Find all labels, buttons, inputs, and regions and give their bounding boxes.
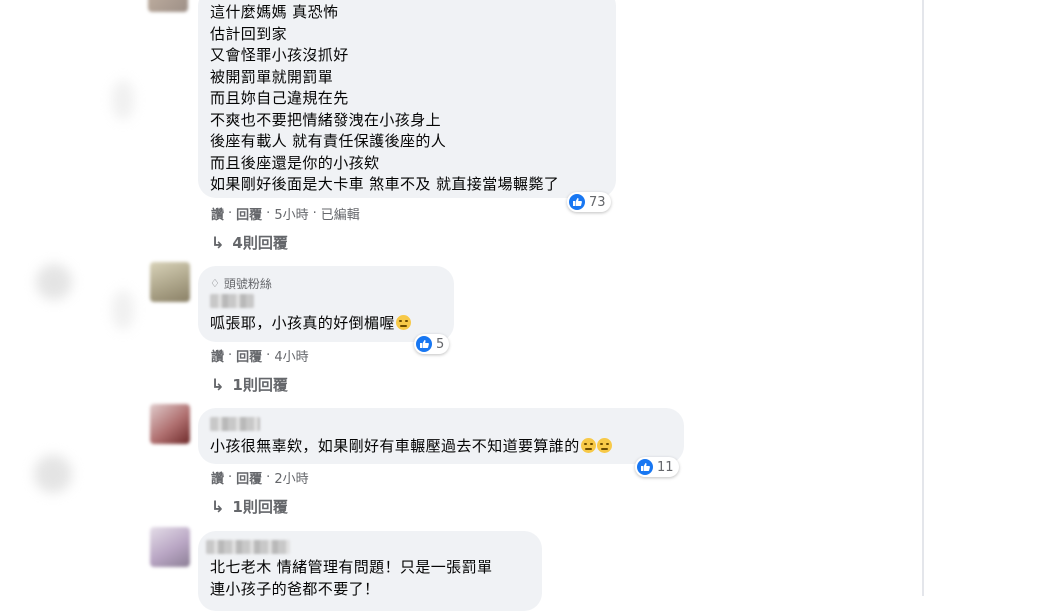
emoji-face-icon [596, 438, 612, 453]
like-button[interactable]: 讚 [211, 346, 224, 365]
reaction-count[interactable]: 73 [567, 192, 611, 212]
blurred-avatar [36, 264, 72, 300]
timestamp[interactable]: 2小時 [274, 468, 308, 487]
commenter-name[interactable] [210, 417, 260, 431]
commenter-avatar[interactable] [148, 0, 188, 12]
commenter-avatar[interactable] [150, 262, 190, 302]
separator-dot: · [312, 206, 317, 221]
timestamp[interactable]: 4小時 [274, 346, 308, 365]
separator-dot: · [228, 470, 233, 485]
comment-text: 小孩很無辜欸，如果剛好有車輾壓過去不知道要算誰的 [210, 436, 612, 458]
reaction-count[interactable]: 11 [635, 457, 679, 477]
like-count: 11 [657, 459, 674, 475]
comment-text: 北七老木 情緒管理有問題！只是一張罰單 連小孩子的爸都不要了！ [210, 557, 492, 600]
comment-text-content: 呱張耶，小孩真的好倒楣喔 [210, 314, 395, 332]
commenter-name[interactable] [206, 540, 290, 554]
view-replies-link[interactable]: ↳ 1則回覆 [211, 374, 288, 395]
comment-bubble: 小孩很無辜欸，如果剛好有車輾壓過去不知道要算誰的 [198, 408, 684, 464]
view-replies-link[interactable]: ↳ 4則回覆 [211, 232, 288, 253]
timestamp[interactable]: 5小時 [274, 204, 308, 223]
reply-arrow-icon: ↳ [211, 375, 225, 394]
blurred-avatar [112, 80, 134, 120]
separator-dot: · [228, 206, 233, 221]
blurred-avatar [34, 455, 72, 493]
feed-divider [922, 0, 924, 596]
comment-bubble: 北七老木 情緒管理有問題！只是一張罰單 連小孩子的爸都不要了！ [198, 531, 542, 611]
comment-text: 呱張耶，小孩真的好倒楣喔 [210, 313, 411, 335]
commenter-name[interactable] [210, 294, 254, 308]
left-gutter [0, 0, 134, 596]
thumbs-up-icon [569, 194, 585, 210]
edited-label[interactable]: 已編輯 [321, 204, 360, 223]
thumbs-up-icon [637, 459, 653, 475]
comment-actions: 讚 · 回覆 · 4小時 [211, 346, 309, 365]
separator-dot: · [266, 348, 271, 363]
separator-dot: · [228, 348, 233, 363]
replies-count: 4則回覆 [232, 234, 288, 252]
reply-button[interactable]: 回覆 [236, 204, 262, 223]
like-button[interactable]: 讚 [211, 468, 224, 487]
comment-text-content: 小孩很無辜欸，如果剛好有車輾壓過去不知道要算誰的 [210, 437, 580, 455]
comment-line: 北七老木 情緒管理有問題！只是一張罰單 [210, 558, 493, 576]
separator-dot: · [266, 206, 271, 221]
emoji-face-icon [580, 438, 596, 453]
replies-count: 1則回覆 [232, 498, 288, 516]
separator-dot: · [266, 470, 271, 485]
comment-text: 這什麼媽媽 真恐怖 估計回到家 又會怪罪小孩沒抓好 被開罰單就開罰單 而且妳自己… [210, 3, 560, 193]
diamond-badge-icon: ♢ [210, 277, 220, 290]
replies-count: 1則回覆 [232, 376, 288, 394]
badge-label: 頭號粉絲 [223, 277, 272, 291]
comment-actions: 讚 · 回覆 · 5小時 · 已編輯 [211, 204, 360, 223]
like-count: 5 [436, 336, 445, 352]
reaction-count[interactable]: 5 [414, 334, 450, 354]
commenter-avatar[interactable] [150, 527, 190, 567]
like-button[interactable]: 讚 [211, 204, 224, 223]
reply-button[interactable]: 回覆 [236, 346, 262, 365]
comment-actions: 讚 · 回覆 · 2小時 [211, 468, 309, 487]
reply-button[interactable]: 回覆 [236, 468, 262, 487]
view-replies-link[interactable]: ↳ 1則回覆 [211, 496, 288, 517]
emoji-face-icon [395, 315, 411, 330]
comment-line: 連小孩子的爸都不要了！ [210, 579, 380, 598]
reply-arrow-icon: ↳ [211, 233, 225, 252]
like-count: 73 [589, 194, 606, 210]
blurred-avatar [112, 290, 134, 330]
top-fan-badge: ♢ 頭號粉絲 [210, 275, 272, 292]
comment-bubble: 這什麼媽媽 真恐怖 估計回到家 又會怪罪小孩沒抓好 被開罰單就開罰單 而且妳自己… [198, 0, 616, 198]
commenter-avatar[interactable] [150, 404, 190, 444]
reply-arrow-icon: ↳ [211, 497, 225, 516]
thumbs-up-icon [416, 336, 432, 352]
comment-bubble: ♢ 頭號粉絲 呱張耶，小孩真的好倒楣喔 [198, 266, 454, 342]
